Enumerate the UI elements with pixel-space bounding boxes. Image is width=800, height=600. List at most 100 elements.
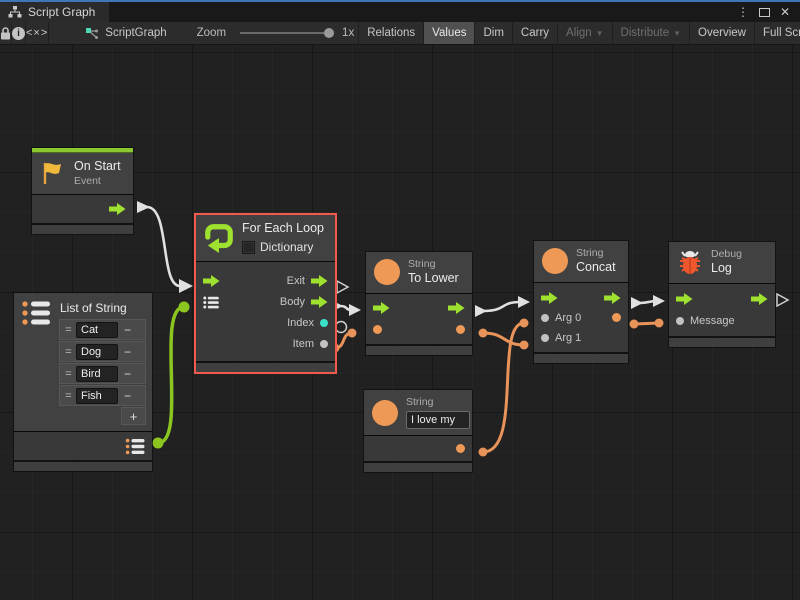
wire-item-to-tolower[interactable] <box>335 333 352 348</box>
index-out-port[interactable] <box>320 319 328 327</box>
unconnected-flow-indicator <box>337 281 348 293</box>
toolbar-button-relations[interactable]: Relations <box>358 22 423 44</box>
list-out-port[interactable] <box>125 438 145 455</box>
remove-item-button[interactable]: − <box>118 367 137 381</box>
toolbar-button-dim[interactable]: Dim <box>474 22 511 44</box>
tab-title: Script Graph <box>28 5 95 19</box>
node-title: List of String <box>60 301 146 315</box>
list-item-input[interactable] <box>76 366 118 382</box>
node-string-literal[interactable]: String <box>364 390 472 472</box>
toolbar-button-distribute[interactable]: Distribute ▼ <box>612 22 690 44</box>
code-icon: <×> <box>26 27 48 39</box>
node-category: String <box>408 258 459 271</box>
window-menu-icon[interactable]: ⋮ <box>737 5 749 19</box>
code-view-button[interactable]: <×> <box>26 22 49 44</box>
drag-handle-icon[interactable]: = <box>61 346 76 358</box>
flow-out-port[interactable] <box>751 293 768 305</box>
drag-handle-icon[interactable]: = <box>61 390 76 402</box>
item-out-port[interactable] <box>320 340 328 348</box>
toolbar-button-overview[interactable]: Overview <box>689 22 754 44</box>
zoom-slider-handle[interactable] <box>324 28 334 38</box>
toolbar-button-fullscreen[interactable]: Full Screen <box>754 22 800 44</box>
port-label-body: Body <box>280 296 305 308</box>
node-concat[interactable]: String Concat Arg 0 Arg 1 <box>534 241 628 363</box>
wire-onstart-to-foreach[interactable] <box>147 207 180 286</box>
window-close-icon[interactable]: ✕ <box>780 5 790 19</box>
port-label-arg0: Arg 0 <box>555 312 581 324</box>
flow-in-port[interactable] <box>676 293 693 305</box>
chevron-down-icon: ▼ <box>673 29 681 38</box>
flow-in-port[interactable] <box>541 292 558 304</box>
node-debug-log[interactable]: Debug Log Message <box>669 242 775 347</box>
wire-concat-to-debug[interactable] <box>640 301 656 303</box>
node-title: Concat <box>576 260 616 276</box>
node-footer <box>534 354 628 363</box>
collection-in-port[interactable] <box>203 296 219 309</box>
node-footer <box>366 346 472 355</box>
string-out-port[interactable] <box>456 444 465 453</box>
dictionary-checkbox[interactable] <box>242 241 255 254</box>
toolbar-button-values[interactable]: Values <box>423 22 474 44</box>
node-for-each-loop[interactable]: For Each Loop Dictionary Exit <box>196 215 335 372</box>
wire-concat-to-message[interactable] <box>634 323 659 324</box>
titlebar: Script Graph ⋮ ✕ <box>0 0 800 22</box>
zoom-label: Zoom <box>189 22 234 44</box>
zoom-slider[interactable] <box>234 22 338 44</box>
exit-flow-out-port[interactable] <box>311 275 328 287</box>
lock-button[interactable] <box>0 22 12 44</box>
checkbox-label: Dictionary <box>260 240 313 255</box>
remove-item-button[interactable]: − <box>118 389 137 403</box>
wire-list-to-foreach[interactable] <box>158 307 184 443</box>
remove-item-button[interactable]: − <box>118 345 137 359</box>
string-in-port[interactable] <box>373 325 382 334</box>
string-value-input[interactable] <box>406 411 470 429</box>
drag-handle-icon[interactable]: = <box>61 324 76 336</box>
wire-tolower-to-arg1[interactable] <box>483 333 524 345</box>
node-footer <box>364 463 472 472</box>
wire-dot <box>179 302 190 313</box>
window-maximize-icon[interactable] <box>759 8 770 17</box>
wire-end-arrow <box>349 304 361 316</box>
add-item-button[interactable]: + <box>121 407 146 425</box>
port-label-exit: Exit <box>287 275 305 287</box>
chevron-down-icon: ▼ <box>596 29 604 38</box>
list-item-input[interactable] <box>76 344 118 360</box>
flow-out-port[interactable] <box>448 302 465 314</box>
script-graph-icon <box>85 27 99 40</box>
string-out-port[interactable] <box>456 325 465 334</box>
remove-item-button[interactable]: − <box>118 323 137 337</box>
toolbar-button-carry[interactable]: Carry <box>512 22 557 44</box>
node-category: String <box>576 247 616 260</box>
wire-tolower-to-concat[interactable] <box>484 302 520 311</box>
flow-in-port[interactable] <box>373 302 390 314</box>
wire-foreach-body-to-tolower[interactable] <box>340 306 351 310</box>
drag-handle-icon[interactable]: = <box>61 368 76 380</box>
arg0-in-port[interactable] <box>541 314 549 322</box>
string-out-port[interactable] <box>612 313 621 322</box>
wire-dot <box>479 329 488 338</box>
graph-canvas[interactable]: On Start Event List of String <box>0 45 800 600</box>
wire-literal-to-arg0[interactable] <box>483 323 524 452</box>
message-in-port[interactable] <box>676 317 684 325</box>
tab-script-graph[interactable]: Script Graph <box>0 2 109 22</box>
node-on-start[interactable]: On Start Event <box>32 148 133 234</box>
flow-out-port[interactable] <box>604 292 621 304</box>
flow-out-port[interactable] <box>109 203 126 215</box>
list-item-input[interactable] <box>76 322 118 338</box>
wire-dot <box>655 319 664 328</box>
toolbar-button-align[interactable]: Align ▼ <box>557 22 612 44</box>
node-category: String <box>406 396 470 409</box>
zoom-slider-track[interactable] <box>240 32 332 34</box>
node-title: To Lower <box>408 271 459 287</box>
arg1-in-port[interactable] <box>541 334 549 342</box>
graph-selector-button[interactable]: ScriptGraph <box>77 22 174 44</box>
wire-dot <box>348 329 357 338</box>
wire-start-triangle <box>631 297 643 309</box>
node-to-lower[interactable]: String To Lower <box>366 252 472 355</box>
body-flow-out-port[interactable] <box>311 296 328 308</box>
info-button[interactable]: i <box>12 22 26 44</box>
flow-in-port[interactable] <box>203 275 220 287</box>
list-item-input[interactable] <box>76 388 118 404</box>
node-list-of-string[interactable]: List of String = − = − = − = <box>14 293 152 471</box>
wire-dot <box>520 319 529 328</box>
